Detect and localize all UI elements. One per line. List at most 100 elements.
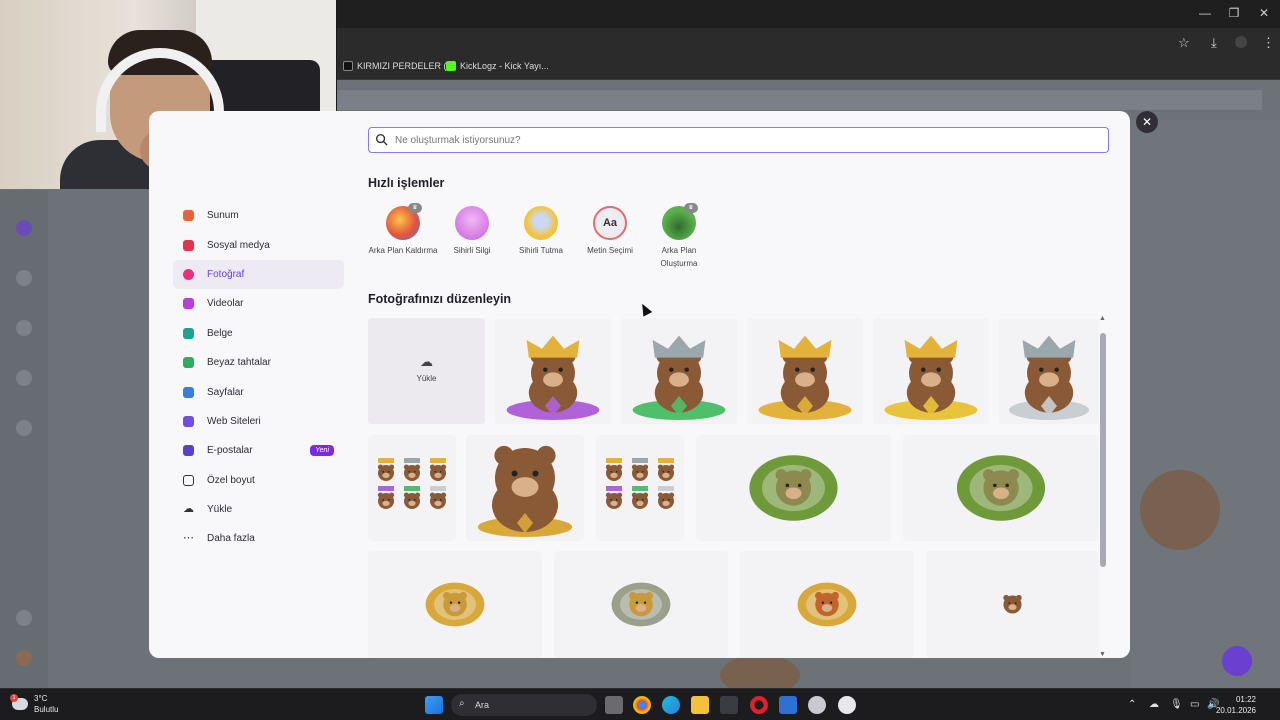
file-explorer-icon[interactable] (691, 696, 709, 714)
browser-menu-icon[interactable]: ⋮ (1262, 35, 1275, 51)
bear-image (632, 335, 726, 420)
photo-thumbnail[interactable] (368, 551, 542, 658)
search-input[interactable] (395, 134, 1108, 146)
quick-action-magic-grab[interactable]: Sihirli Tutma (506, 206, 576, 257)
sidebar-item-label: Sosyal medya (207, 239, 270, 251)
quick-action-background-remover[interactable]: ♛ Arka Plan Kaldırma (368, 203, 438, 257)
quick-action-magic-eraser[interactable]: Sihirli Silgi (437, 206, 507, 257)
photo-thumbnail[interactable] (495, 318, 611, 424)
sidebar-item-web-siteleri[interactable]: Web Siteleri (173, 407, 344, 436)
document-icon (183, 327, 194, 339)
modal-close-button[interactable]: ✕ (1136, 111, 1158, 133)
sidebar-item-label: Daha fazla (207, 533, 255, 545)
sidebar-item-label: E-postalar (207, 445, 253, 457)
photo-thumbnail[interactable] (554, 551, 728, 658)
photo-grid-scrollbar[interactable]: ▲ ▼ (1099, 315, 1106, 658)
scroll-down-icon[interactable]: ▼ (1099, 651, 1106, 658)
sidebar-item-sosyal-medya[interactable]: Sosyal medya (173, 230, 344, 259)
onedrive-icon[interactable]: ☁ (1149, 699, 1159, 710)
sidebar-item-sunum[interactable]: Sunum (173, 201, 344, 230)
mail-icon[interactable] (779, 696, 797, 714)
sidebar-item-daha-fazla[interactable]: ⋯ Daha fazla (173, 524, 344, 553)
upload-tile[interactable]: ☁ Yükle (368, 318, 485, 424)
premium-crown-icon: ♛ (684, 203, 698, 213)
sidebar-item-beyaz-tahtalar[interactable]: Beyaz tahtalar (173, 348, 344, 377)
taskbar-clock[interactable]: 01:22 20.01.2026 (1216, 694, 1256, 716)
windows-start-icon[interactable] (425, 696, 443, 714)
quick-action-background-generator[interactable]: ♛ Arka Plan Oluşturma (644, 203, 714, 270)
task-view-icon[interactable] (605, 696, 623, 714)
sidebar-item-yukle[interactable]: ☁ Yükle (173, 495, 344, 524)
photo-thumbnail[interactable] (747, 318, 863, 424)
weather-alert-badge: 1 (10, 694, 18, 702)
search-field[interactable] (368, 127, 1109, 153)
bookmark-star-icon[interactable]: ☆ (1178, 35, 1190, 51)
microphone-icon[interactable]: 🎙 (1170, 699, 1183, 710)
bookmark-label: KIRMIZI PERDELER (... (357, 61, 455, 71)
sidebar-item-label: Beyaz tahtalar (207, 357, 271, 369)
upload-tile-label: Yükle (416, 374, 437, 383)
photo-thumbnail[interactable] (926, 551, 1099, 658)
photo-thumbnail[interactable] (368, 435, 456, 541)
sidebar-item-sayfalar[interactable]: Sayfalar (173, 377, 344, 406)
quick-action-text-grab[interactable]: Aa Metin Seçimi (575, 206, 645, 257)
bear-image (884, 335, 978, 420)
dimmed-left-rail (0, 190, 48, 688)
scroll-thumb[interactable] (1100, 333, 1106, 567)
bookmark-item[interactable]: KickLogz - Kick Yayı... (446, 61, 549, 71)
profile-avatar[interactable] (1235, 36, 1247, 48)
quick-action-label: Sihirli Silgi (453, 246, 491, 255)
settings-gear-icon[interactable] (808, 696, 826, 714)
edge-icon[interactable] (662, 696, 680, 714)
minimize-button[interactable]: — (1190, 6, 1220, 20)
new-badge: Yeni (310, 445, 334, 457)
kick-icon (446, 61, 456, 71)
sidebar-item-videolar[interactable]: Videolar (173, 289, 344, 318)
sidebar-item-belge[interactable]: Belge (173, 319, 344, 348)
sidebar-item-e-postalar[interactable]: E-postalar Yeni (173, 436, 344, 465)
magic-grab-icon (524, 206, 558, 240)
store-icon[interactable] (720, 696, 738, 714)
dimmed-help-button (1222, 646, 1252, 676)
bear-image (956, 455, 1046, 521)
quick-action-label: Arka Plan Oluşturma (660, 246, 698, 268)
chrome-icon[interactable] (633, 696, 651, 714)
scroll-up-icon[interactable]: ▲ (1099, 315, 1106, 322)
sidebar-item-ozel-boyut[interactable]: Özel boyut (173, 466, 344, 495)
restore-button[interactable]: ❐ (1219, 6, 1249, 20)
taskbar-search[interactable]: ⌕ Ara (451, 694, 597, 716)
photo-thumbnail[interactable] (621, 318, 737, 424)
bookmark-item[interactable]: KIRMIZI PERDELER (... (343, 61, 454, 71)
bear-image (758, 335, 852, 420)
custom-size-icon (183, 474, 194, 486)
sidebar-item-label: Özel boyut (207, 474, 255, 486)
display-icon[interactable]: ▭ (1190, 699, 1199, 710)
download-icon[interactable]: ⤓ (1211, 35, 1217, 51)
tray-chevron-icon[interactable]: ⌃ (1128, 699, 1136, 710)
create-design-modal: Sunum Sosyal medya Fotoğraf Videolar Bel… (149, 111, 1130, 658)
weather-widget[interactable]: 1 3°C Bulutlu (10, 693, 58, 715)
opera-icon[interactable] (750, 696, 768, 714)
bear-image (797, 582, 857, 627)
dimmed-banner (337, 90, 1262, 110)
photo-thumbnail[interactable] (696, 435, 891, 541)
bear-image (611, 582, 671, 627)
bear-image (477, 445, 573, 537)
whiteboard-icon (183, 357, 194, 369)
app-icon[interactable] (838, 696, 856, 714)
clock-time: 01:22 (1235, 695, 1256, 704)
window-close-button[interactable]: ✕ (1249, 6, 1279, 20)
photo-thumbnail[interactable] (903, 435, 1099, 541)
photo-thumbnail[interactable] (740, 551, 914, 658)
sidebar-item-fotograf[interactable]: Fotoğraf (173, 259, 344, 290)
camera-icon (183, 268, 194, 280)
email-icon (183, 445, 194, 457)
quick-actions-row: ♛ Arka Plan Kaldırma Sihirli Silgi Sihir… (368, 203, 728, 281)
photo-thumbnail[interactable] (466, 435, 584, 541)
photo-thumbnail[interactable] (596, 435, 684, 541)
heart-icon (183, 239, 194, 251)
sidebar-item-label: Web Siteleri (207, 415, 261, 427)
photo-thumbnail[interactable] (873, 318, 989, 424)
magic-eraser-icon (455, 206, 489, 240)
photo-thumbnail[interactable] (999, 318, 1099, 424)
